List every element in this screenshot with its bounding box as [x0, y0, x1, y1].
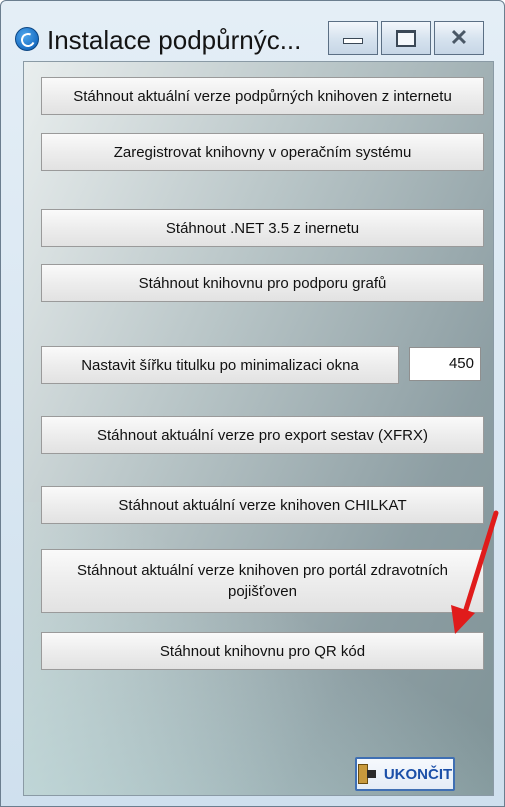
maximize-button[interactable]	[381, 21, 431, 55]
download-net-button[interactable]: Stáhnout .NET 3.5 z inernetu	[41, 209, 484, 247]
exit-button-label: UKONČIT	[383, 765, 453, 783]
register-libraries-button[interactable]: Zaregistrovat knihovny v operačním systé…	[41, 133, 484, 171]
download-export-button[interactable]: Stáhnout aktuální verze pro export sesta…	[41, 416, 484, 454]
title-width-input[interactable]: 450	[409, 347, 481, 381]
close-icon: ✕	[449, 25, 469, 50]
download-qr-button[interactable]: Stáhnout knihovnu pro QR kód	[41, 632, 484, 670]
installer-window: Instalace podpůrnýc... ✕ Stáhnout aktuál…	[0, 0, 505, 807]
download-charts-button[interactable]: Stáhnout knihovnu pro podporu grafů	[41, 264, 484, 302]
download-chilkat-button[interactable]: Stáhnout aktuální verze knihoven CHILKAT	[41, 486, 484, 524]
arrow-shaft	[460, 510, 499, 622]
close-button[interactable]: ✕	[434, 21, 484, 55]
app-icon	[15, 27, 39, 51]
download-portal-button[interactable]: Stáhnout aktuální verze knihoven pro por…	[41, 549, 484, 613]
caption-buttons: ✕	[325, 21, 484, 55]
exit-button[interactable]: UKONČIT	[355, 757, 455, 791]
window-title: Instalace podpůrnýc...	[47, 25, 302, 55]
minimize-button[interactable]	[328, 21, 378, 55]
title-bar[interactable]: Instalace podpůrnýc... ✕	[1, 1, 504, 61]
exit-door-icon	[357, 764, 376, 784]
download-libraries-button[interactable]: Stáhnout aktuální verze podpůrných kniho…	[41, 77, 484, 115]
red-arrow-annotation	[451, 510, 499, 634]
arrow-head	[451, 605, 475, 634]
exit-arrow-shape	[366, 770, 376, 778]
set-title-width-button[interactable]: Nastavit šířku titulku po minimalizaci o…	[41, 346, 399, 384]
